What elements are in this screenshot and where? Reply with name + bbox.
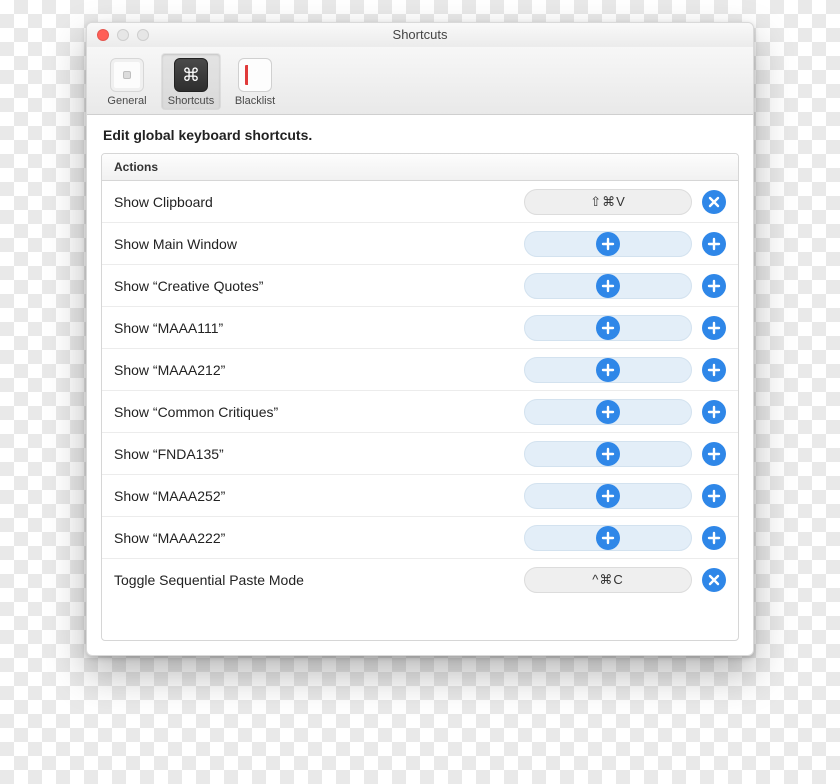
- tab-label: Shortcuts: [168, 95, 214, 107]
- section-heading: Edit global keyboard shortcuts.: [101, 125, 739, 153]
- action-label: Show Clipboard: [114, 194, 514, 210]
- action-label: Show Main Window: [114, 236, 514, 252]
- plus-icon: [596, 400, 620, 424]
- action-label: Show “Creative Quotes”: [114, 278, 514, 294]
- table-row[interactable]: Toggle Sequential Paste Mode ^⌘C: [102, 559, 738, 601]
- shortcut-field[interactable]: ⇧⌘V: [524, 189, 692, 215]
- shortcut-field[interactable]: [524, 357, 692, 383]
- titlebar: Shortcuts: [87, 23, 753, 47]
- table-body: Show Clipboard ⇧⌘V Show Main Window Show “C…: [102, 181, 738, 640]
- add-shortcut-button[interactable]: [702, 400, 726, 424]
- command-icon: ⌘: [174, 58, 208, 92]
- add-shortcut-button[interactable]: [702, 274, 726, 298]
- plus-icon: [596, 316, 620, 340]
- tab-label: General: [107, 95, 146, 107]
- shortcut-field[interactable]: ^⌘C: [524, 567, 692, 593]
- toolbar: General ⌘ Shortcuts Blacklist: [87, 47, 753, 115]
- action-label: Show “FNDA135”: [114, 446, 514, 462]
- add-shortcut-button[interactable]: [702, 316, 726, 340]
- action-label: Toggle Sequential Paste Mode: [114, 572, 514, 588]
- plus-icon: [596, 232, 620, 256]
- table-row[interactable]: Show Main Window: [102, 223, 738, 265]
- add-shortcut-button[interactable]: [702, 526, 726, 550]
- general-icon: [110, 58, 144, 92]
- plus-icon: [596, 274, 620, 298]
- shortcut-field[interactable]: [524, 273, 692, 299]
- tab-shortcuts[interactable]: ⌘ Shortcuts: [161, 53, 221, 110]
- action-label: Show “Common Critiques”: [114, 404, 514, 420]
- plus-icon: [596, 442, 620, 466]
- action-label: Show “MAAA212”: [114, 362, 514, 378]
- clear-shortcut-button[interactable]: [702, 568, 726, 592]
- window-title: Shortcuts: [393, 27, 448, 42]
- action-label: Show “MAAA252”: [114, 488, 514, 504]
- table-row[interactable]: Show “Creative Quotes”: [102, 265, 738, 307]
- plus-icon: [596, 358, 620, 382]
- minimize-window-button[interactable]: [117, 29, 129, 41]
- shortcut-value: ^⌘C: [592, 572, 624, 588]
- plus-icon: [596, 526, 620, 550]
- window-controls: [97, 23, 149, 46]
- shortcut-field[interactable]: [524, 483, 692, 509]
- table-row[interactable]: Show “MAAA212”: [102, 349, 738, 391]
- tab-label: Blacklist: [235, 95, 275, 107]
- table-header: Actions: [102, 154, 738, 181]
- shortcut-field[interactable]: [524, 525, 692, 551]
- add-shortcut-button[interactable]: [702, 358, 726, 382]
- action-label: Show “MAAA111”: [114, 320, 514, 336]
- clear-shortcut-button[interactable]: [702, 190, 726, 214]
- action-label: Show “MAAA222”: [114, 530, 514, 546]
- tab-general[interactable]: General: [97, 53, 157, 110]
- preferences-window: Shortcuts General ⌘ Shortcuts Blacklist …: [86, 22, 754, 656]
- close-window-button[interactable]: [97, 29, 109, 41]
- tab-blacklist[interactable]: Blacklist: [225, 53, 285, 110]
- table-row[interactable]: Show “MAAA222”: [102, 517, 738, 559]
- shortcuts-table: Actions Show Clipboard ⇧⌘V Show Main Windo…: [101, 153, 739, 641]
- shortcut-field[interactable]: [524, 441, 692, 467]
- blacklist-icon: [238, 58, 272, 92]
- table-row[interactable]: Show “FNDA135”: [102, 433, 738, 475]
- shortcut-field[interactable]: [524, 231, 692, 257]
- shortcut-value: ⇧⌘V: [590, 194, 626, 210]
- add-shortcut-button[interactable]: [702, 232, 726, 256]
- table-row[interactable]: Show Clipboard ⇧⌘V: [102, 181, 738, 223]
- table-row[interactable]: Show “Common Critiques”: [102, 391, 738, 433]
- plus-icon: [596, 484, 620, 508]
- table-row[interactable]: Show “MAAA111”: [102, 307, 738, 349]
- table-row[interactable]: Show “MAAA252”: [102, 475, 738, 517]
- zoom-window-button[interactable]: [137, 29, 149, 41]
- content-area: Edit global keyboard shortcuts. Actions …: [87, 115, 753, 655]
- column-header-actions: Actions: [114, 160, 158, 174]
- add-shortcut-button[interactable]: [702, 442, 726, 466]
- shortcut-field[interactable]: [524, 315, 692, 341]
- shortcut-field[interactable]: [524, 399, 692, 425]
- add-shortcut-button[interactable]: [702, 484, 726, 508]
